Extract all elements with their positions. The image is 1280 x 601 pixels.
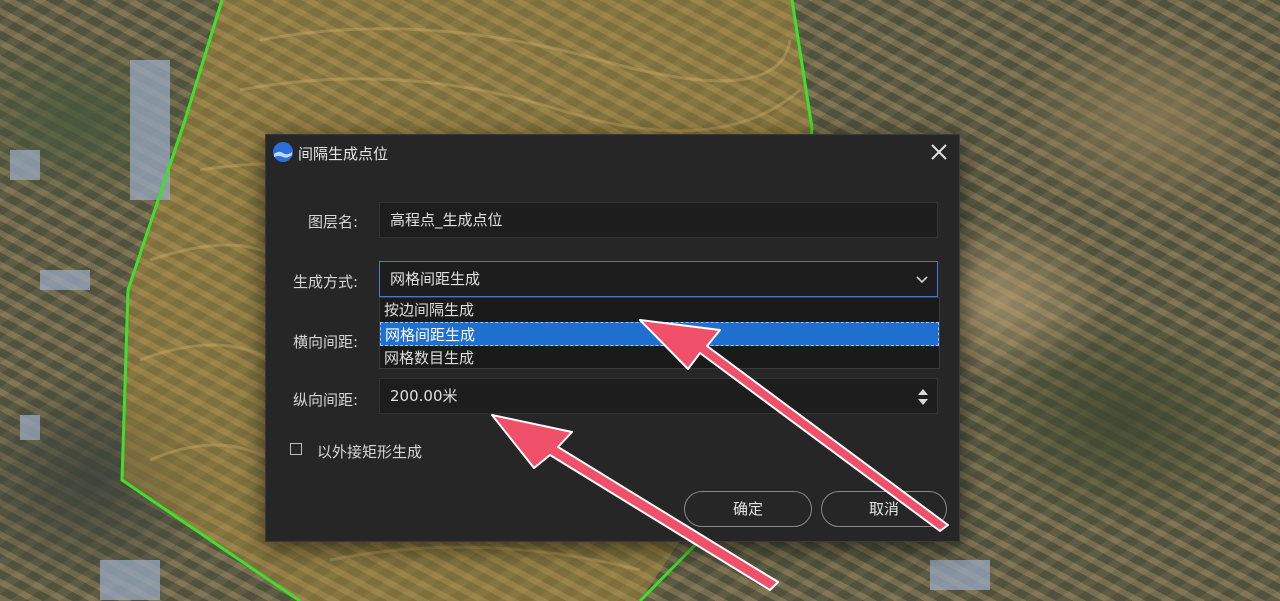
method-label: 生成方式:: [292, 273, 358, 291]
method-dropdown-list: 按边间隔生成 网格间距生成 网格数目生成: [379, 297, 940, 369]
vertical-spacing-label: 纵向间距:: [292, 391, 358, 409]
cancel-button[interactable]: 取消: [821, 491, 947, 527]
app-logo-icon: [273, 142, 293, 162]
dropdown-option-grid-count[interactable]: 网格数目生成: [380, 346, 939, 370]
close-icon[interactable]: [927, 140, 951, 164]
vertical-spacing-value: 200.00米: [390, 387, 458, 405]
confirm-button[interactable]: 确定: [684, 491, 812, 527]
spinner-icon[interactable]: [917, 387, 929, 407]
bounding-rect-checkbox[interactable]: [290, 443, 302, 455]
method-select[interactable]: 网格间距生成: [379, 261, 938, 297]
dropdown-option-edge-interval[interactable]: 按边间隔生成: [380, 298, 939, 322]
dialog-title: 间隔生成点位: [298, 145, 389, 163]
map-view[interactable]: 间隔生成点位 图层名: 高程点_生成点位 生成方式: 网格间距生成 横向间距: …: [0, 0, 1280, 601]
layer-name-input[interactable]: 高程点_生成点位: [379, 202, 938, 238]
chevron-down-icon[interactable]: [915, 272, 929, 286]
dialog-titlebar: 间隔生成点位: [266, 135, 959, 169]
dropdown-option-grid-spacing[interactable]: 网格间距生成: [380, 322, 939, 346]
layer-name-label: 图层名:: [307, 213, 358, 231]
method-select-value: 网格间距生成: [390, 270, 481, 288]
bounding-rect-label: 以外接矩形生成: [317, 443, 423, 461]
vertical-spacing-input[interactable]: 200.00米: [379, 378, 938, 414]
horizontal-spacing-label: 横向间距:: [292, 333, 358, 351]
generate-points-dialog: 间隔生成点位 图层名: 高程点_生成点位 生成方式: 网格间距生成 横向间距: …: [265, 134, 960, 542]
